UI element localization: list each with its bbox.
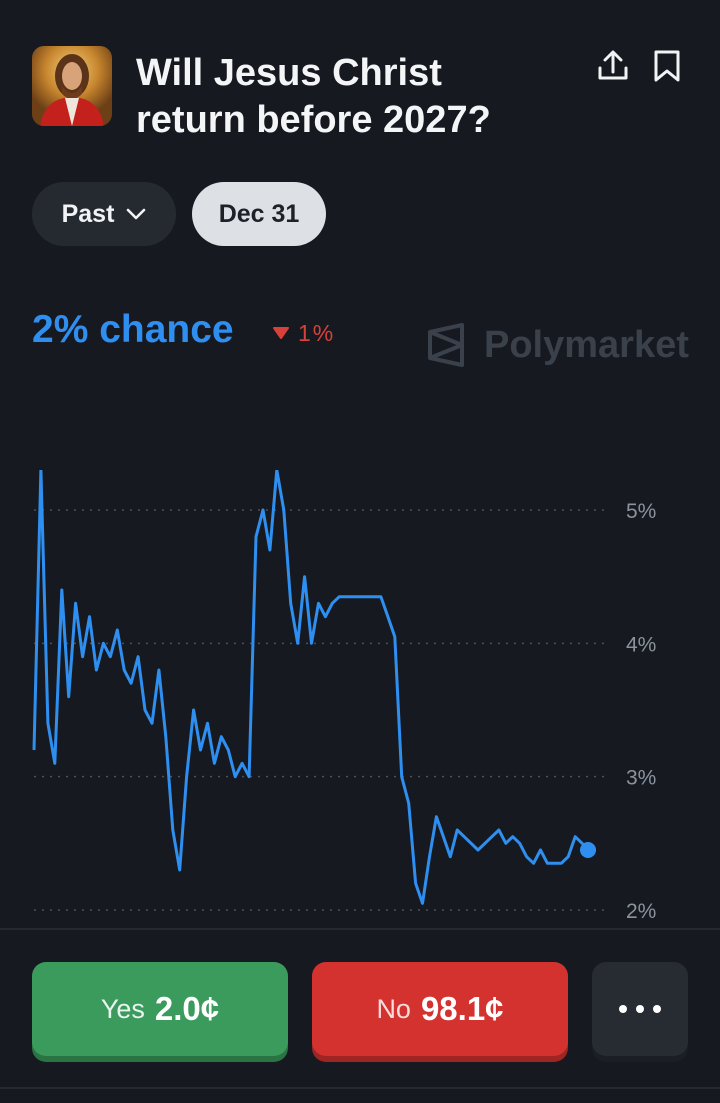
chance-delta: 1% <box>272 320 335 346</box>
date-option-dec-31[interactable]: Dec 31 <box>192 182 326 246</box>
share-button[interactable] <box>596 48 630 84</box>
chevron-down-icon <box>127 208 146 220</box>
time-range-selector[interactable]: Past <box>32 182 176 246</box>
y-tick-label: 3% <box>626 767 656 790</box>
bookmark-button[interactable] <box>650 48 684 84</box>
market-title-line-1: Will Jesus Christ <box>136 52 442 94</box>
buy-yes-label: Yes <box>100 993 145 1024</box>
market-title: Will Jesus Christ return before 2027? <box>136 50 566 144</box>
chance-value: 2% chance <box>32 308 234 351</box>
market-thumbnail <box>32 46 112 126</box>
share-upload-icon <box>598 50 628 80</box>
more-options-button[interactable] <box>592 962 688 1056</box>
market-title-line-2: return before 2027? <box>136 99 491 141</box>
bookmark-icon <box>654 50 680 82</box>
bottom-divider <box>0 1087 720 1089</box>
chart-series-line <box>32 470 596 905</box>
polymarket-logo-icon <box>428 323 464 367</box>
market-header: Will Jesus Christ return before 2027? <box>0 0 720 160</box>
chart-current-point <box>580 842 596 858</box>
polymarket-watermark: Polymarket <box>426 320 689 370</box>
chance-delta-value: 1% <box>298 319 336 346</box>
buy-yes-button[interactable]: Yes 2.0¢ <box>32 962 288 1056</box>
buy-no-button[interactable]: No 98.1¢ <box>312 962 568 1056</box>
polymarket-wordmark: Polymarket <box>484 323 689 366</box>
y-tick-label: 2% <box>626 900 656 923</box>
buy-no-price: 98.1¢ <box>420 990 504 1027</box>
price-history-chart: 5% 4% 3% 2% <box>32 470 656 923</box>
y-tick-label: 5% <box>626 500 656 523</box>
time-range-label: Past <box>61 199 115 228</box>
triangle-down-icon <box>273 327 289 339</box>
buy-no-label: No <box>376 993 411 1024</box>
date-option-label: Dec 31 <box>218 199 300 228</box>
action-bar-divider <box>0 928 720 930</box>
more-dots-icon <box>619 1005 661 1013</box>
y-tick-label: 4% <box>626 633 656 656</box>
buy-yes-price: 2.0¢ <box>154 990 220 1027</box>
